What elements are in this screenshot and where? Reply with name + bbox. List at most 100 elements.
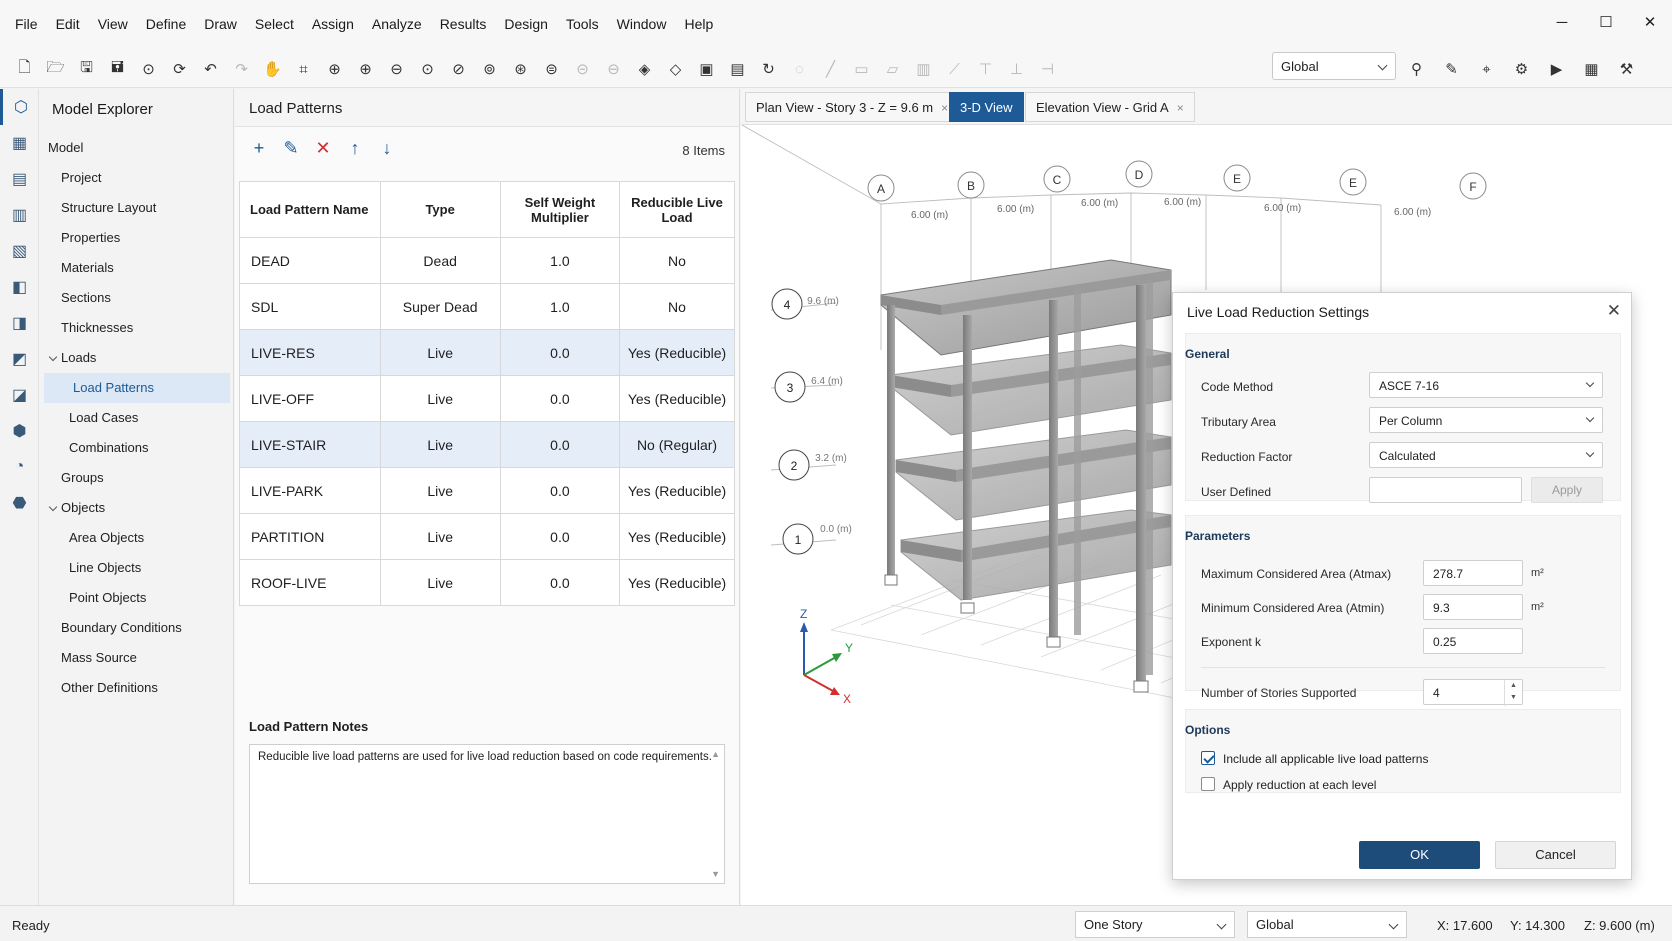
draw-beam-icon[interactable]: ⊤ [973, 58, 998, 80]
rotate-icon[interactable]: ↻ [756, 58, 781, 80]
draw-line-icon[interactable]: ╱ [818, 58, 843, 80]
close-window-button[interactable]: ✕ [1628, 0, 1672, 44]
add-icon[interactable]: + [249, 137, 269, 159]
open-file-icon[interactable]: 🗁 [43, 58, 68, 80]
lock-icon[interactable]: ⊙ [136, 58, 161, 80]
zoom-all-icon[interactable]: ⊙ [415, 58, 440, 80]
zoom-icon[interactable]: ⊕ [322, 58, 347, 80]
apply-each-level-checkbox[interactable] [1201, 777, 1215, 791]
tree-item-area-objects[interactable]: Area Objects [40, 523, 234, 553]
tree-item-project[interactable]: Project [40, 163, 234, 193]
history-icon[interactable]: ◔ [0, 449, 39, 485]
table-row[interactable]: ROOF-LIVE Live 0.0 Yes (Reducible) [239, 559, 735, 606]
zoom-fit-icon[interactable]: ⊚ [477, 58, 502, 80]
tree-item-properties[interactable]: Properties [40, 223, 234, 253]
draw-column-icon[interactable]: ⊥ [1004, 58, 1029, 80]
rubberband-zoom-icon[interactable]: ⊝ [570, 58, 595, 80]
edit-icon[interactable]: ✎ [1439, 58, 1464, 80]
tree-item-groups[interactable]: Groups [40, 463, 234, 493]
zoom-extents-icon[interactable]: ⊛ [508, 58, 533, 80]
table-row[interactable]: LIVE-PARK Live 0.0 Yes (Reducible) [239, 467, 735, 514]
maximize-button[interactable]: ☐ [1584, 0, 1628, 44]
menu-design[interactable]: Design [495, 16, 557, 32]
exponent-k-input[interactable]: 0.25 [1423, 628, 1523, 654]
table-row[interactable]: LIVE-RES Live 0.0 Yes (Reducible) [239, 329, 735, 376]
details-icon[interactable]: ◩ [0, 341, 39, 377]
zoom-previous-icon[interactable]: ⊘ [446, 58, 471, 80]
zoom-out-icon[interactable]: ⊖ [384, 58, 409, 80]
tree-item-load-cases[interactable]: Load Cases [40, 403, 234, 433]
scroll-down-icon[interactable]: ▼ [711, 869, 720, 879]
tree-item-materials[interactable]: Materials [40, 253, 234, 283]
tree-item-mass-source[interactable]: Mass Source [40, 643, 234, 673]
menu-define[interactable]: Define [137, 16, 195, 32]
table-row[interactable]: SDL Super Dead 1.0 No [239, 283, 735, 330]
undo-icon[interactable]: ↶ [198, 58, 223, 80]
menu-window[interactable]: Window [608, 16, 676, 32]
settings-panel-icon[interactable]: ▧ [0, 233, 39, 269]
tree-item-loads[interactable]: Loads [40, 343, 234, 373]
atmax-input[interactable]: 278.7 [1423, 560, 1523, 586]
snap-icon[interactable]: ⌖ [1474, 58, 1499, 80]
notes-textarea[interactable]: Reducible live load patterns are used fo… [249, 744, 725, 884]
tree-item-other-definitions[interactable]: Other Definitions [40, 673, 234, 703]
draw-frame-icon[interactable]: ▭ [849, 58, 874, 80]
zoom-window-icon[interactable]: ⌗ [291, 58, 316, 80]
model-explorer-icon[interactable]: ⬡ [0, 89, 39, 125]
status-coord-select[interactable]: Global [1247, 911, 1407, 938]
menu-file[interactable]: File [6, 16, 47, 32]
draw-point-icon[interactable]: ◌ [787, 58, 812, 80]
stepper-arrows[interactable]: ▲ ▼ [1504, 680, 1522, 706]
tree-item-structure-layout[interactable]: Structure Layout [40, 193, 234, 223]
column-header[interactable]: Reducible Live Load [619, 181, 735, 238]
3d-view-icon[interactable]: ◇ [663, 58, 688, 80]
draw-brace-icon[interactable]: ⟋ [942, 58, 967, 80]
close-icon[interactable]: × [1177, 101, 1184, 115]
save-as-icon[interactable]: 🖬 [105, 58, 130, 80]
column-header[interactable]: Type [379, 181, 501, 238]
design-icon[interactable]: ⚒ [1614, 58, 1639, 80]
tree-item-line-objects[interactable]: Line Objects [40, 553, 234, 583]
close-icon[interactable]: ✕ [1607, 301, 1621, 321]
tree-item-point-objects[interactable]: Point Objects [40, 583, 234, 613]
include-all-checkbox[interactable] [1201, 751, 1215, 765]
reports-icon[interactable]: ▥ [0, 197, 39, 233]
results-icon[interactable]: ▦ [1579, 58, 1604, 80]
menu-select[interactable]: Select [246, 16, 303, 32]
pan-icon[interactable]: ✋ [260, 58, 285, 80]
chevron-down-icon[interactable] [48, 502, 58, 512]
apply-button[interactable]: Apply [1531, 477, 1603, 503]
tables-icon[interactable]: ▤ [0, 161, 39, 197]
tab-plan-view[interactable]: Plan View - Story 3 - Z = 9.6 m × [745, 92, 960, 122]
display-icon[interactable]: ▦ [0, 125, 39, 161]
tree-item-objects[interactable]: Objects [40, 493, 234, 523]
elevation-view-icon[interactable]: ▤ [725, 58, 750, 80]
table-row[interactable]: PARTITION Live 0.0 Yes (Reducible) [239, 513, 735, 560]
close-icon[interactable]: × [941, 101, 948, 115]
menu-view[interactable]: View [89, 16, 137, 32]
chevron-down-icon[interactable] [48, 352, 58, 362]
tree-item-combinations[interactable]: Combinations [40, 433, 234, 463]
plan-view-icon[interactable]: ▣ [694, 58, 719, 80]
tree-item-model[interactable]: Model [40, 133, 234, 163]
move-up-icon[interactable]: ↑ [345, 137, 365, 159]
tributary-area-select[interactable]: Per Column [1369, 407, 1603, 433]
reduction-factor-select[interactable]: Calculated [1369, 442, 1603, 468]
assign-icon[interactable]: ⚲ [1404, 58, 1429, 80]
draw-area-icon[interactable]: ▱ [880, 58, 905, 80]
minimize-button[interactable]: ─ [1540, 0, 1584, 44]
atmin-input[interactable]: 9.3 [1423, 594, 1523, 620]
new-file-icon[interactable]: 🗋 [12, 58, 37, 80]
draw-slab-icon[interactable]: ⊣ [1035, 58, 1060, 80]
move-down-icon[interactable]: ↓ [377, 137, 397, 159]
refresh-icon[interactable]: ⟳ [167, 58, 192, 80]
run-analysis-icon[interactable]: ▶ [1544, 58, 1569, 80]
menu-help[interactable]: Help [675, 16, 722, 32]
perspective-icon[interactable]: ◈ [632, 58, 657, 80]
user-defined-input[interactable] [1369, 477, 1522, 503]
menu-results[interactable]: Results [431, 16, 496, 32]
column-header[interactable]: Self Weight Multiplier [499, 181, 621, 238]
restore-view-icon[interactable]: ⊖ [601, 58, 626, 80]
tree-item-thicknesses[interactable]: Thicknesses [40, 313, 234, 343]
menu-draw[interactable]: Draw [195, 16, 246, 32]
